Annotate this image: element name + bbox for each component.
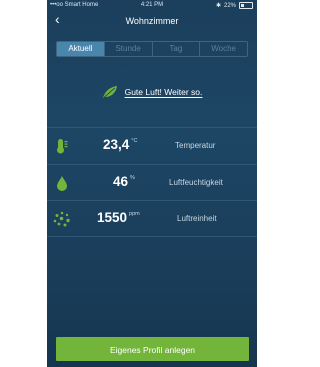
dots-icon [53, 211, 70, 227]
period-tabs: Aktuell Stunde Tag Woche [56, 41, 248, 57]
tab-aktuell[interactable]: Aktuell [57, 42, 104, 56]
temperature-number: 23,4 [103, 137, 130, 152]
thermometer-icon [57, 139, 68, 154]
app-screen: •••oo Smart Home 4:21 PM ✱ 22% ‹ Wohnzim… [47, 0, 257, 367]
temperature-unit: °C [131, 138, 138, 144]
air-feedback: Gute Luft! Weiter so. [47, 84, 257, 100]
humidity-unit: % [130, 175, 135, 181]
create-profile-button[interactable]: Eigenes Profil anlegen [56, 337, 249, 361]
feedback-link[interactable]: Gute Luft! Weiter so. [125, 87, 203, 97]
status-right: ✱ 22% [216, 2, 253, 9]
tab-tag[interactable]: Tag [151, 42, 200, 56]
divider [47, 236, 257, 237]
temperature-label: Temperatur [175, 141, 216, 150]
battery-icon [239, 2, 253, 9]
measurement-row-air-quality: 1550 ppm Luftreinheit [47, 201, 257, 237]
humidity-value: 46% [113, 174, 135, 189]
nav-bar: ‹ Wohnzimmer [47, 10, 257, 32]
tab-stunde[interactable]: Stunde [103, 42, 152, 56]
measurement-row-temperature: 23,4 °C Temperatur [47, 128, 257, 164]
humidity-number: 46 [113, 174, 129, 189]
temperature-value: 23,4 °C [103, 137, 137, 152]
battery-percent: 22% [223, 2, 236, 9]
air-quality-number: 1550 [97, 210, 128, 225]
air-quality-label: Luftreinheit [177, 214, 217, 223]
air-quality-unit: ppm [129, 211, 140, 217]
tab-woche[interactable]: Woche [199, 42, 247, 56]
leaf-icon [102, 86, 117, 98]
measurement-row-humidity: 46% Luftfeuchtigkeit [47, 165, 257, 201]
water-drop-icon [57, 176, 67, 191]
air-quality-value: 1550 ppm [97, 210, 140, 225]
bluetooth-icon: ✱ [215, 3, 221, 9]
page-title: Wohnzimmer [125, 16, 179, 26]
status-bar: •••oo Smart Home 4:21 PM ✱ 22% [47, 0, 257, 10]
humidity-label: Luftfeuchtigkeit [169, 178, 223, 187]
